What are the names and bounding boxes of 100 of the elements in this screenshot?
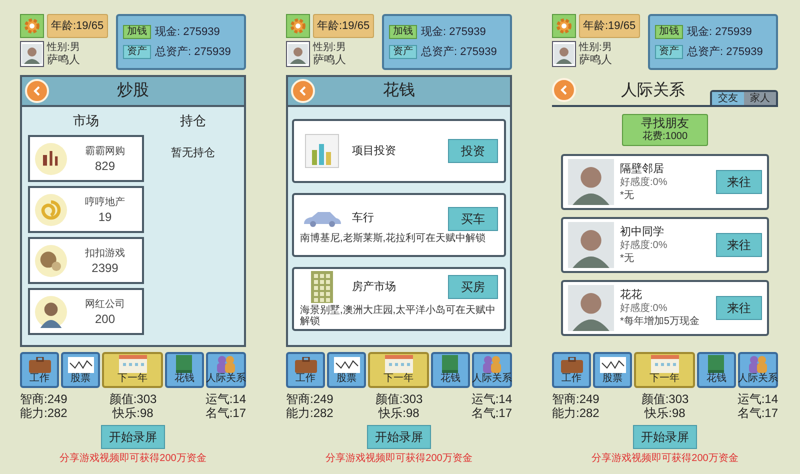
add-money-button[interactable]: 加钱 bbox=[389, 24, 417, 39]
share-notice: 分享游戏视频即可获得200万资金 bbox=[592, 453, 738, 465]
stat-label: 智商:249 bbox=[552, 392, 600, 406]
person-icon bbox=[35, 296, 67, 328]
total-assets-label: 总资产: 275939 bbox=[155, 44, 231, 60]
friend-name: 隔壁邻居 bbox=[620, 162, 665, 176]
interact-button[interactable]: 来往 bbox=[716, 170, 762, 194]
stat-label: 颜值:303 bbox=[108, 392, 158, 406]
people-icon bbox=[480, 355, 503, 373]
chevron-left-icon bbox=[559, 85, 569, 95]
calendar-icon bbox=[384, 355, 413, 373]
nav-button[interactable]: 花钱 bbox=[430, 352, 470, 388]
stat-label: 智商:249 bbox=[286, 392, 334, 406]
back-button[interactable] bbox=[25, 79, 49, 103]
stat-label: 智商:249 bbox=[20, 392, 68, 406]
chevron-left-icon bbox=[298, 86, 308, 96]
cash-label: 现金: 275939 bbox=[421, 24, 486, 40]
stock-card[interactable]: 霸霸网购 829 bbox=[28, 135, 144, 182]
assets-tag: 资产 bbox=[123, 45, 151, 60]
stock-card[interactable]: 网红公司 200 bbox=[28, 288, 144, 335]
book-icon bbox=[440, 355, 460, 373]
bar-chart-icon bbox=[305, 134, 339, 168]
car-icon bbox=[302, 210, 342, 228]
affinity-label: 好感度:0% bbox=[620, 176, 668, 188]
age-label: 年龄:19/65 bbox=[47, 14, 108, 38]
gear-icon bbox=[23, 17, 41, 35]
briefcase-icon bbox=[294, 357, 318, 373]
player-name: 萨鸣人 bbox=[579, 54, 612, 66]
cash-label: 现金: 275939 bbox=[155, 24, 220, 40]
chevron-left-icon bbox=[32, 86, 42, 96]
spiral-icon bbox=[35, 194, 67, 226]
nav-button[interactable]: 股票 bbox=[61, 352, 100, 388]
assets-tag: 资产 bbox=[389, 45, 417, 60]
total-assets-label: 总资产: 275939 bbox=[687, 44, 763, 60]
back-button[interactable] bbox=[552, 78, 576, 102]
age-label: 年龄:19/65 bbox=[313, 14, 374, 38]
panel-title: 炒股 bbox=[116, 80, 150, 101]
stat-label: 名气:17 bbox=[204, 406, 246, 420]
nav-button[interactable]: 工作 bbox=[20, 352, 60, 388]
shop-description: 南博基尼,老斯莱斯,花拉利可在天赋中解锁 bbox=[300, 232, 487, 244]
record-button[interactable]: 开始录屏 bbox=[101, 425, 165, 449]
stat-label: 能力:282 bbox=[552, 406, 600, 420]
stat-label: 颜值:303 bbox=[640, 392, 690, 406]
avatar-icon bbox=[568, 159, 614, 205]
buy-button[interactable]: 买房 bbox=[448, 275, 498, 299]
stat-label: 能力:282 bbox=[286, 406, 334, 420]
find-friends-button[interactable]: 寻找朋友 花费:1000 bbox=[622, 114, 708, 146]
friend-note: *每年增加5万现金 bbox=[620, 314, 700, 328]
back-button[interactable] bbox=[291, 79, 315, 103]
shop-description: 海景别墅,澳洲大庄园,太平洋小岛可在天赋中解锁 bbox=[300, 305, 497, 327]
add-money-button[interactable]: 加钱 bbox=[123, 24, 151, 39]
nav-button[interactable]: 工作 bbox=[552, 352, 592, 388]
nav-button[interactable]: 股票 bbox=[593, 352, 632, 388]
nav-button[interactable]: 工作 bbox=[286, 352, 326, 388]
player-name: 萨鸣人 bbox=[313, 54, 346, 66]
stock-name: 网红公司 bbox=[85, 298, 125, 312]
settings-button[interactable] bbox=[20, 14, 44, 38]
interact-button[interactable]: 来往 bbox=[716, 233, 762, 257]
column-heading: 市场 bbox=[73, 112, 99, 130]
settings-button[interactable] bbox=[552, 14, 576, 38]
nav-button[interactable]: 人际关系 bbox=[472, 352, 512, 388]
gear-icon bbox=[289, 17, 307, 35]
stock-card[interactable]: 哼哼地产 19 bbox=[28, 186, 144, 233]
stat-label: 快乐:98 bbox=[111, 406, 154, 420]
nav-button[interactable]: 人际关系 bbox=[738, 352, 778, 388]
stat-label: 快乐:98 bbox=[377, 406, 420, 420]
calendar-icon bbox=[650, 355, 679, 373]
settings-button[interactable] bbox=[286, 14, 310, 38]
stat-label: 能力:282 bbox=[20, 406, 68, 420]
nav-button[interactable]: 下一年 bbox=[634, 352, 695, 388]
nav-button[interactable]: 股票 bbox=[327, 352, 366, 388]
stat-label: 运气:14 bbox=[204, 392, 246, 406]
nav-button[interactable]: 花钱 bbox=[696, 352, 736, 388]
buy-button[interactable]: 买车 bbox=[448, 206, 498, 230]
nav-button[interactable]: 下一年 bbox=[368, 352, 429, 388]
building-icon bbox=[311, 271, 333, 303]
friend-note: *无 bbox=[620, 252, 635, 264]
stock-price: 2399 bbox=[92, 260, 118, 276]
player-name: 萨鸣人 bbox=[47, 54, 80, 66]
panel-title: 人际关系 bbox=[620, 80, 686, 101]
tab[interactable]: 家人 bbox=[744, 92, 776, 105]
gender-label: 性别:男 bbox=[47, 42, 80, 54]
interact-button[interactable]: 来往 bbox=[716, 296, 762, 320]
nav-button[interactable]: 下一年 bbox=[102, 352, 163, 388]
tab[interactable]: 交友 bbox=[712, 92, 744, 105]
nav-button[interactable]: 花钱 bbox=[164, 352, 204, 388]
stock-name: 哼哼地产 bbox=[85, 196, 125, 210]
add-money-button[interactable]: 加钱 bbox=[655, 24, 683, 39]
stock-card[interactable]: 扣扣游戏 2399 bbox=[28, 237, 144, 284]
line-chart-icon bbox=[600, 357, 626, 373]
record-button[interactable]: 开始录屏 bbox=[367, 425, 431, 449]
affinity-label: 好感度:0% bbox=[620, 238, 668, 252]
nav-button[interactable]: 人际关系 bbox=[206, 352, 246, 388]
stat-label: 运气:14 bbox=[736, 392, 778, 406]
avatar-icon bbox=[568, 285, 614, 331]
buy-button[interactable]: 投资 bbox=[448, 139, 498, 163]
record-button[interactable]: 开始录屏 bbox=[633, 425, 697, 449]
briefcase-icon bbox=[560, 357, 584, 373]
stat-label: 运气:14 bbox=[470, 392, 512, 406]
panel-title: 花钱 bbox=[382, 80, 416, 101]
